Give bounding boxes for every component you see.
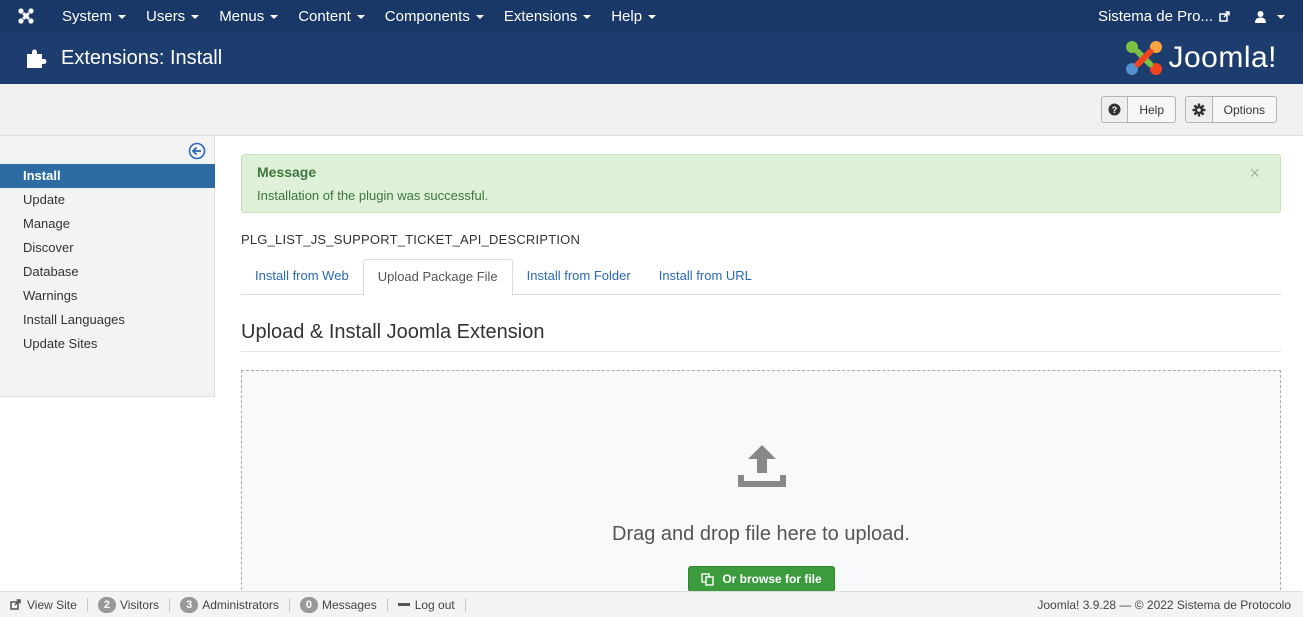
- tab-install-from-url[interactable]: Install from URL: [645, 259, 766, 295]
- sidebar-item-install[interactable]: Install: [0, 164, 215, 188]
- message-text: Installation of the plugin was successfu…: [257, 188, 489, 203]
- sidebar-item-update[interactable]: Update: [0, 188, 215, 212]
- upload-icon: [738, 445, 786, 487]
- browse-file-button[interactable]: Or browse for file: [688, 566, 835, 592]
- tab-upload-package-file[interactable]: Upload Package File: [362, 259, 513, 296]
- main-menu: System Users Menus Content Components Ex…: [52, 0, 666, 32]
- browse-file-label: Or browse for file: [722, 572, 822, 586]
- dropzone-text: Drag and drop file here to upload.: [612, 523, 910, 545]
- sidebar: Install Update Manage Discover Database …: [0, 136, 215, 397]
- joomla-logo-icon[interactable]: [0, 0, 52, 32]
- help-label: Help: [1139, 102, 1164, 117]
- menu-components-label: Components: [384, 7, 470, 25]
- sidebar-item-manage[interactable]: Manage: [0, 212, 215, 236]
- success-message: Message Installation of the plugin was s…: [241, 154, 1281, 213]
- upload-section-title: Upload & Install Joomla Extension: [241, 321, 1281, 352]
- site-link[interactable]: Sistema de Pro...: [1088, 8, 1240, 25]
- help-button[interactable]: ? Help: [1101, 96, 1176, 123]
- svg-text:?: ?: [1112, 105, 1118, 115]
- tab-install-from-folder[interactable]: Install from Folder: [513, 259, 645, 295]
- caret-down-icon: [270, 15, 279, 19]
- status-bar: View Site 2 Visitors 3 Administrators 0 …: [0, 591, 1303, 617]
- toolbar: ? Help Options: [0, 84, 1303, 136]
- menu-menus-label: Menus: [219, 7, 265, 25]
- joomla-brand: Joomla!: [1124, 39, 1277, 77]
- joomla-brand-icon: [1126, 41, 1163, 75]
- menu-system[interactable]: System: [52, 0, 136, 32]
- menu-help-label: Help: [611, 7, 643, 25]
- menu-users-label: Users: [146, 7, 186, 25]
- administrators-link[interactable]: 3 Administrators: [170, 596, 290, 613]
- site-link-label: Sistema de Pro...: [1097, 7, 1213, 25]
- sidebar-items: Install Update Manage Discover Database …: [0, 164, 215, 356]
- caret-down-icon: [475, 15, 484, 19]
- view-site-label: View Site: [27, 597, 77, 612]
- sidebar-item-update-sites[interactable]: Update Sites: [0, 332, 215, 356]
- visitors-count-badge: 2: [97, 596, 116, 613]
- upload-dropzone[interactable]: Drag and drop file here to upload. Or br…: [241, 370, 1281, 610]
- joomla-wordmark: Joomla!: [1168, 41, 1277, 74]
- messages-count-badge: 0: [299, 596, 318, 613]
- sidebar-item-discover[interactable]: Discover: [0, 236, 215, 260]
- menu-content[interactable]: Content: [288, 0, 375, 32]
- options-label: Options: [1223, 102, 1265, 117]
- caret-down-icon: [1277, 15, 1285, 19]
- sidebar-item-database[interactable]: Database: [0, 260, 215, 284]
- collapse-sidebar-icon[interactable]: [188, 142, 206, 160]
- main-content: Message Installation of the plugin was s…: [241, 154, 1281, 610]
- message-heading: Message: [257, 164, 317, 180]
- admins-label: Administrators: [202, 597, 279, 612]
- page-title: Extensions: Install: [61, 46, 223, 69]
- messages-link[interactable]: 0 Messages: [290, 596, 388, 613]
- sidebar-item-warnings[interactable]: Warnings: [0, 284, 215, 308]
- caret-down-icon: [583, 15, 592, 19]
- messages-label: Messages: [322, 597, 377, 612]
- menu-content-label: Content: [298, 7, 351, 25]
- copy-icon: [701, 572, 715, 586]
- puzzle-icon: [27, 49, 47, 68]
- gear-icon: [1186, 97, 1213, 122]
- caret-down-icon: [648, 15, 657, 19]
- minus-icon: [397, 603, 410, 606]
- external-link-icon: [1219, 10, 1230, 22]
- page-header: Extensions: Install Joomla!: [0, 32, 1303, 84]
- extension-description: PLG_LIST_JS_SUPPORT_TICKET_API_DESCRIPTI…: [241, 232, 581, 247]
- menu-components[interactable]: Components: [375, 0, 494, 32]
- user-menu[interactable]: [1240, 10, 1303, 23]
- admins-count-badge: 3: [180, 596, 199, 613]
- menu-help[interactable]: Help: [601, 0, 666, 32]
- logout-link[interactable]: Log out: [388, 597, 466, 612]
- menu-extensions[interactable]: Extensions: [494, 0, 601, 32]
- tab-install-from-web[interactable]: Install from Web: [241, 259, 363, 295]
- caret-down-icon: [191, 15, 200, 19]
- user-icon: [1255, 10, 1266, 23]
- install-tabs: Install from Web Upload Package File Ins…: [241, 259, 1281, 296]
- menu-extensions-label: Extensions: [503, 7, 578, 25]
- caret-down-icon: [356, 15, 365, 19]
- external-link-icon: [10, 599, 21, 610]
- visitors-link[interactable]: 2 Visitors: [88, 596, 171, 613]
- menu-users[interactable]: Users: [136, 0, 209, 32]
- visitors-label: Visitors: [119, 597, 160, 612]
- menu-system-label: System: [62, 7, 113, 25]
- menu-menus[interactable]: Menus: [209, 0, 288, 32]
- caret-down-icon: [118, 15, 127, 19]
- sidebar-item-install-languages[interactable]: Install Languages: [0, 308, 215, 332]
- question-icon: ?: [1102, 97, 1129, 122]
- view-site-link[interactable]: View Site: [0, 597, 88, 612]
- options-button[interactable]: Options: [1185, 96, 1277, 123]
- close-icon[interactable]: ×: [1249, 163, 1260, 184]
- topnav-right: Sistema de Pro...: [1088, 0, 1303, 32]
- top-navbar: System Users Menus Content Components Ex…: [0, 0, 1303, 32]
- copyright-text: Joomla! 3.9.28 — © 2022 Sistema de Proto…: [1037, 597, 1291, 612]
- logout-label: Log out: [414, 597, 455, 612]
